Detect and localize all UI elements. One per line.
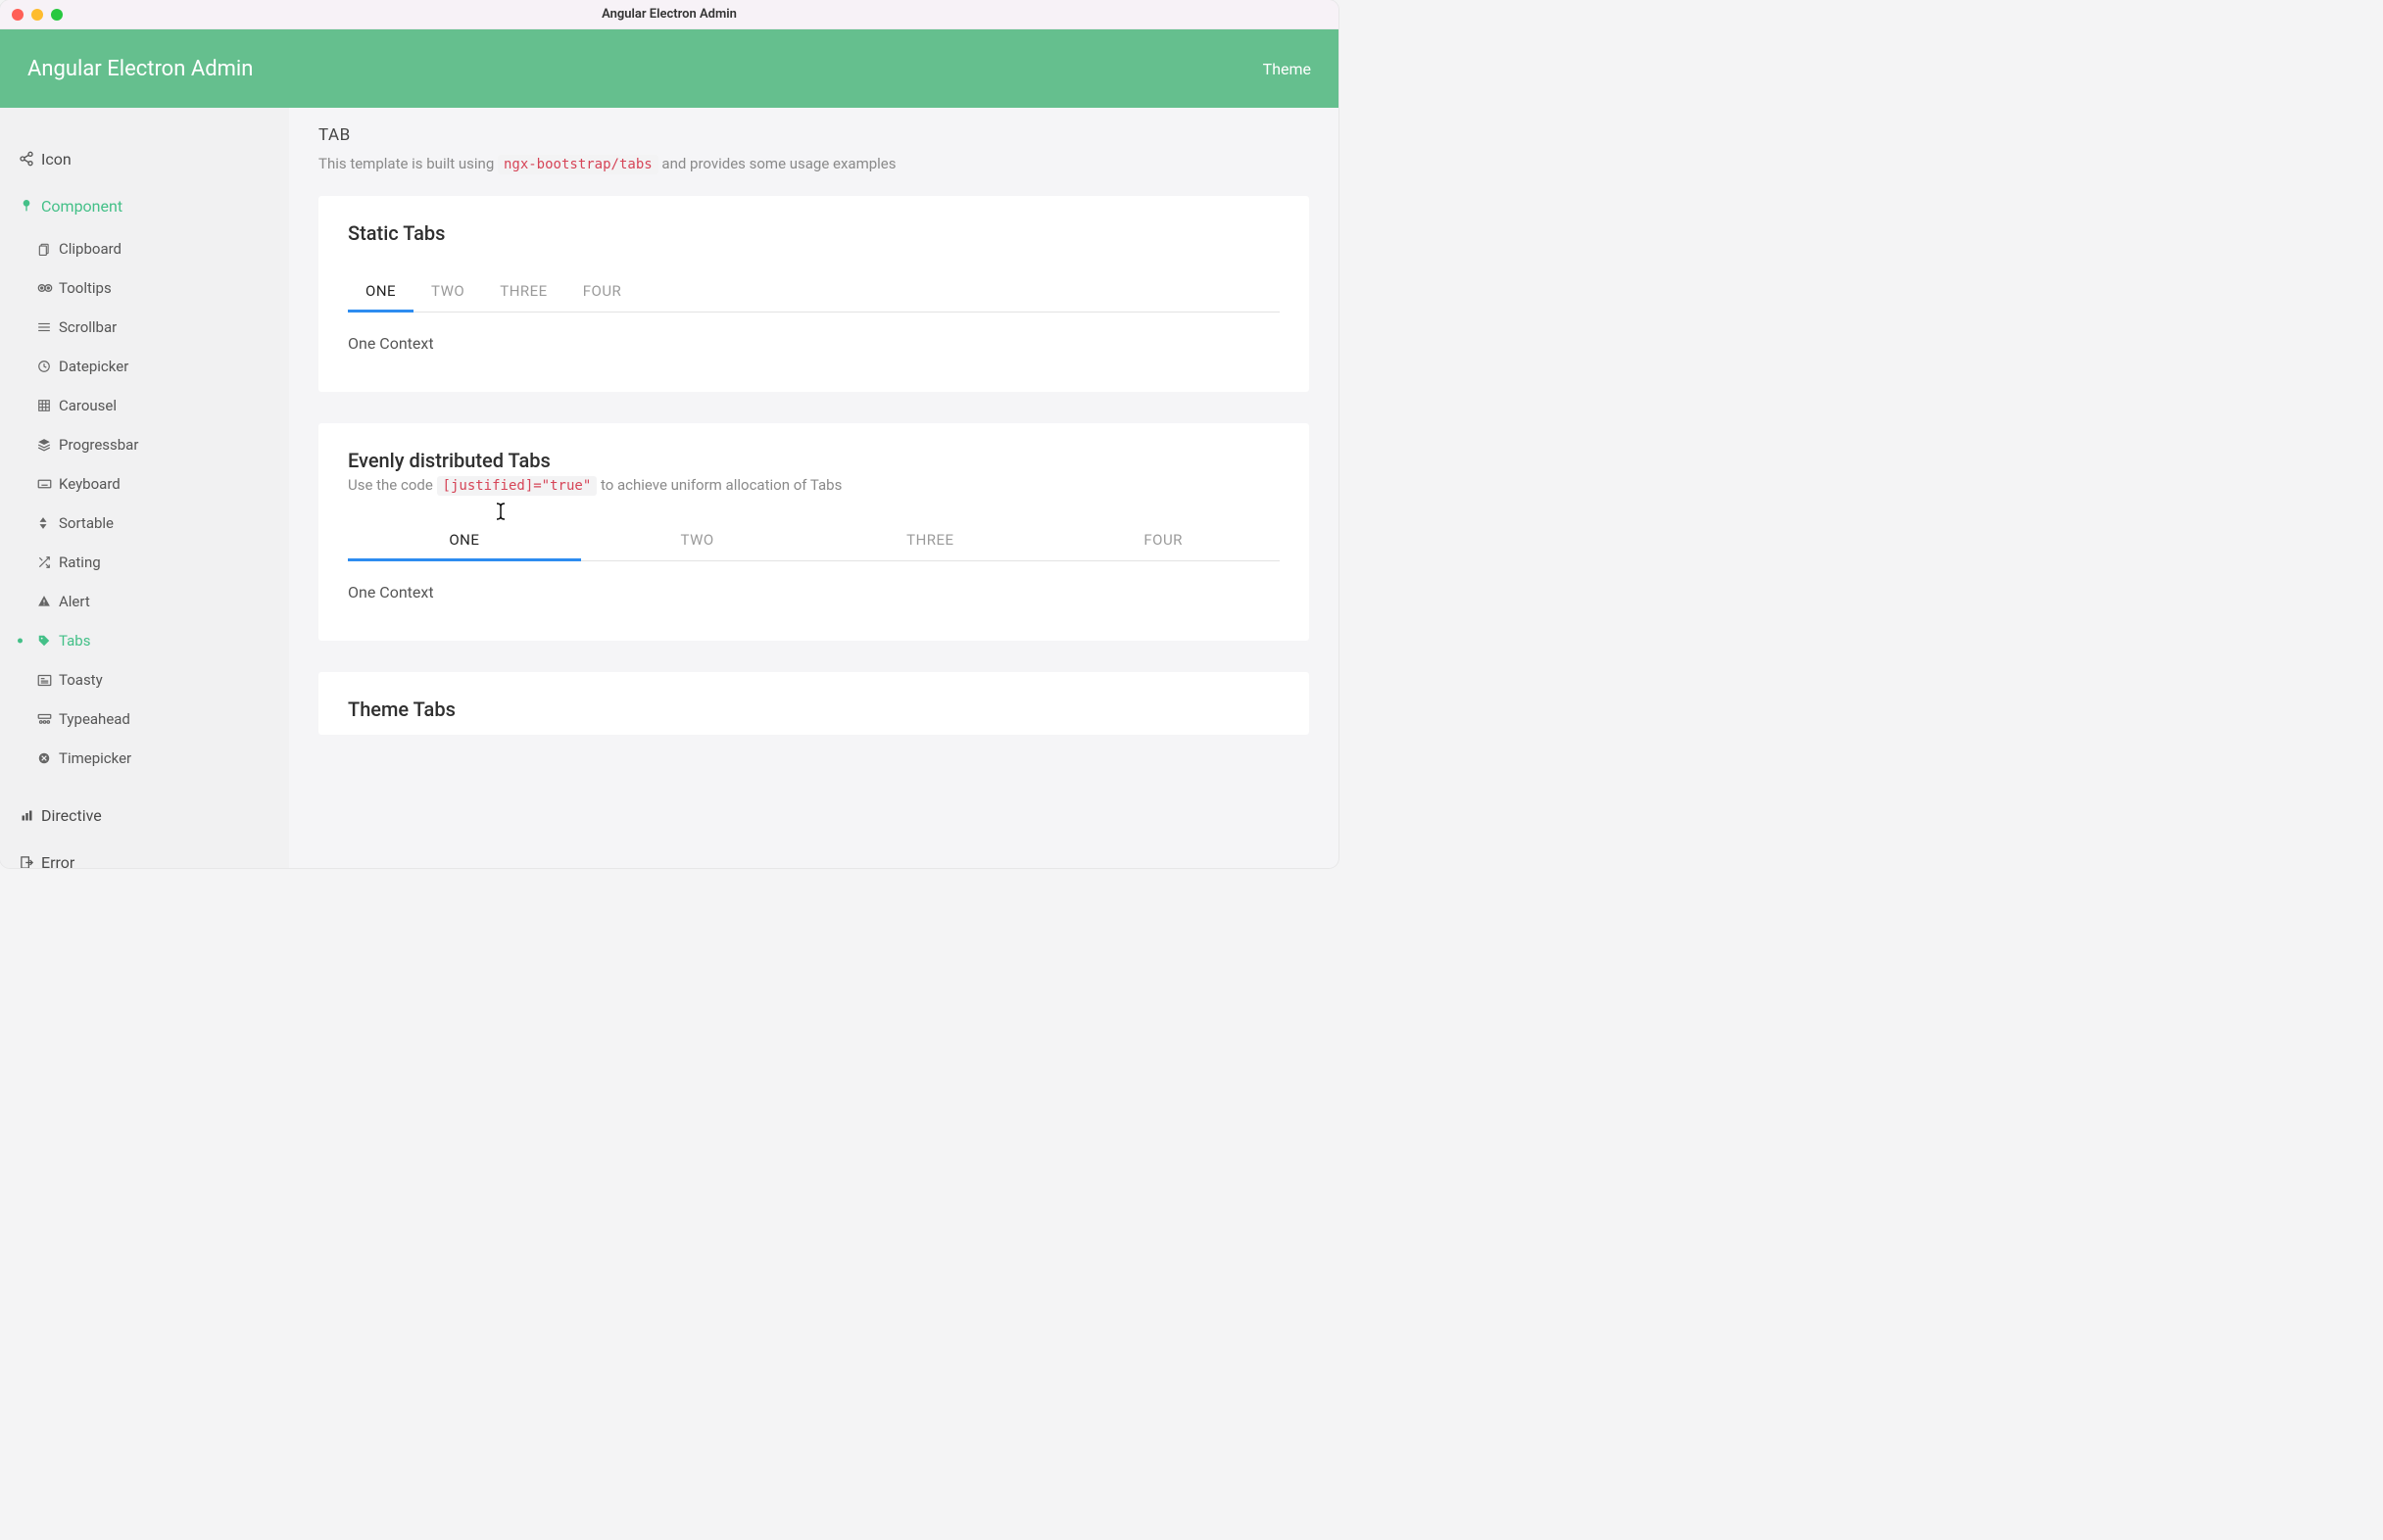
warning-icon [37,595,59,608]
card-title: Static Tabs [348,221,1280,245]
tab-two[interactable]: TWO [413,272,482,312]
card-subtitle: Use the code [justified]="true" to achie… [348,476,1280,494]
static-tablist: ONE TWO THREE FOUR [348,272,1280,313]
titlebar: Angular Electron Admin [0,0,1338,29]
card-title: Evenly distributed Tabs [348,449,1280,472]
tab-one[interactable]: ONE [348,272,413,312]
sidebar-item-label: Directive [41,806,102,825]
app-title: Angular Electron Admin [27,57,253,81]
sidebar-item-label: Tabs [59,632,90,650]
sidebar-item-label: Rating [59,553,101,571]
window-title: Angular Electron Admin [0,7,1338,22]
sidebar-item-directive[interactable]: Directive [0,792,289,839]
sidebar-item-clipboard[interactable]: Clipboard [0,229,289,268]
sidebar-item-label: Carousel [59,397,117,414]
sidebar-item-keyboard[interactable]: Keyboard [0,464,289,504]
code-snippet: [justified]="true" [437,476,598,496]
tree-icon [12,198,41,214]
sidebar-item-toasty[interactable]: Toasty [0,660,289,699]
sidebar-item-scrollbar[interactable]: Scrollbar [0,308,289,347]
sidebar-item-label: Timepicker [59,749,131,767]
tab-four[interactable]: FOUR [565,272,640,312]
sidebar-item-label: Datepicker [59,358,128,375]
main-content: TAB This template is built using ngx-boo… [289,108,1338,868]
card-evenly-distributed-tabs: Evenly distributed Tabs Use the code [ju… [318,423,1309,641]
window-zoom-button[interactable] [51,9,63,21]
share-icon [12,151,41,167]
sidebar-item-sortable[interactable]: Sortable [0,504,289,543]
sidebar-item-typeahead[interactable]: Typeahead [0,699,289,739]
active-dot-icon [18,639,23,644]
stack-icon [37,438,59,452]
sidebar-item-progressbar[interactable]: Progressbar [0,425,289,464]
sidebar-item-label: Keyboard [59,475,121,493]
sidebar-item-error[interactable]: Error [0,839,289,868]
page-title: TAB [318,125,1309,145]
sidebar-item-label: Progressbar [59,436,138,454]
sidebar-item-tooltips[interactable]: Tooltips [0,268,289,308]
app-header: Angular Electron Admin Theme [0,29,1338,108]
tab-three[interactable]: THREE [814,521,1047,560]
timepicker-icon [37,751,59,765]
sidebar-item-icon[interactable]: Icon [0,135,289,182]
sidebar-item-label: Sortable [59,514,114,532]
page-description: This template is built using ngx-bootstr… [318,155,1309,172]
list-icon [37,321,59,333]
tab-one[interactable]: ONE [348,521,581,560]
news-icon [37,674,59,687]
tab-content: One Context [348,313,1280,353]
bar-chart-icon [12,808,41,823]
sidebar-item-carousel[interactable]: Carousel [0,386,289,425]
eyes-icon [37,282,59,294]
sidebar-item-label: Component [41,197,122,216]
code-snippet: ngx-bootstrap/tabs [498,155,658,174]
even-tablist: ONE TWO THREE FOUR [348,521,1280,561]
sidebar-item-label: Typeahead [59,710,130,728]
theme-link[interactable]: Theme [1263,60,1311,78]
typeahead-icon [37,713,59,726]
sort-icon [37,516,59,530]
tab-four[interactable]: FOUR [1046,521,1280,560]
sidebar-item-label: Toasty [59,671,103,689]
sidebar-item-label: Scrollbar [59,318,117,336]
sidebar-item-rating[interactable]: Rating [0,543,289,582]
sidebar-item-label: Icon [41,150,72,168]
card-theme-tabs: Theme Tabs [318,672,1309,735]
sidebar-item-component[interactable]: Component [0,182,289,229]
sidebar: Icon Component Clipboard Tooltips [0,108,289,868]
sidebar-item-label: Alert [59,593,90,610]
card-title: Theme Tabs [348,698,1280,721]
sidebar-item-alert[interactable]: Alert [0,582,289,621]
sidebar-item-tabs[interactable]: Tabs [0,621,289,660]
tab-three[interactable]: THREE [482,272,564,312]
sidebar-item-label: Error [41,853,74,869]
tab-two[interactable]: TWO [581,521,814,560]
window-close-button[interactable] [12,9,24,21]
tab-content: One Context [348,561,1280,602]
grid-icon [37,399,59,412]
sidebar-item-datepicker[interactable]: Datepicker [0,347,289,386]
clock-icon [37,360,59,373]
clipboard-icon [37,242,59,256]
card-static-tabs: Static Tabs ONE TWO THREE FOUR One Conte… [318,196,1309,392]
keyboard-icon [37,478,59,490]
shuffle-icon [37,555,59,569]
sidebar-item-timepicker[interactable]: Timepicker [0,739,289,778]
sidebar-item-label: Tooltips [59,279,112,297]
sidebar-item-label: Clipboard [59,240,122,258]
window-minimize-button[interactable] [31,9,43,21]
exit-icon [12,855,41,869]
tag-icon [37,634,59,648]
